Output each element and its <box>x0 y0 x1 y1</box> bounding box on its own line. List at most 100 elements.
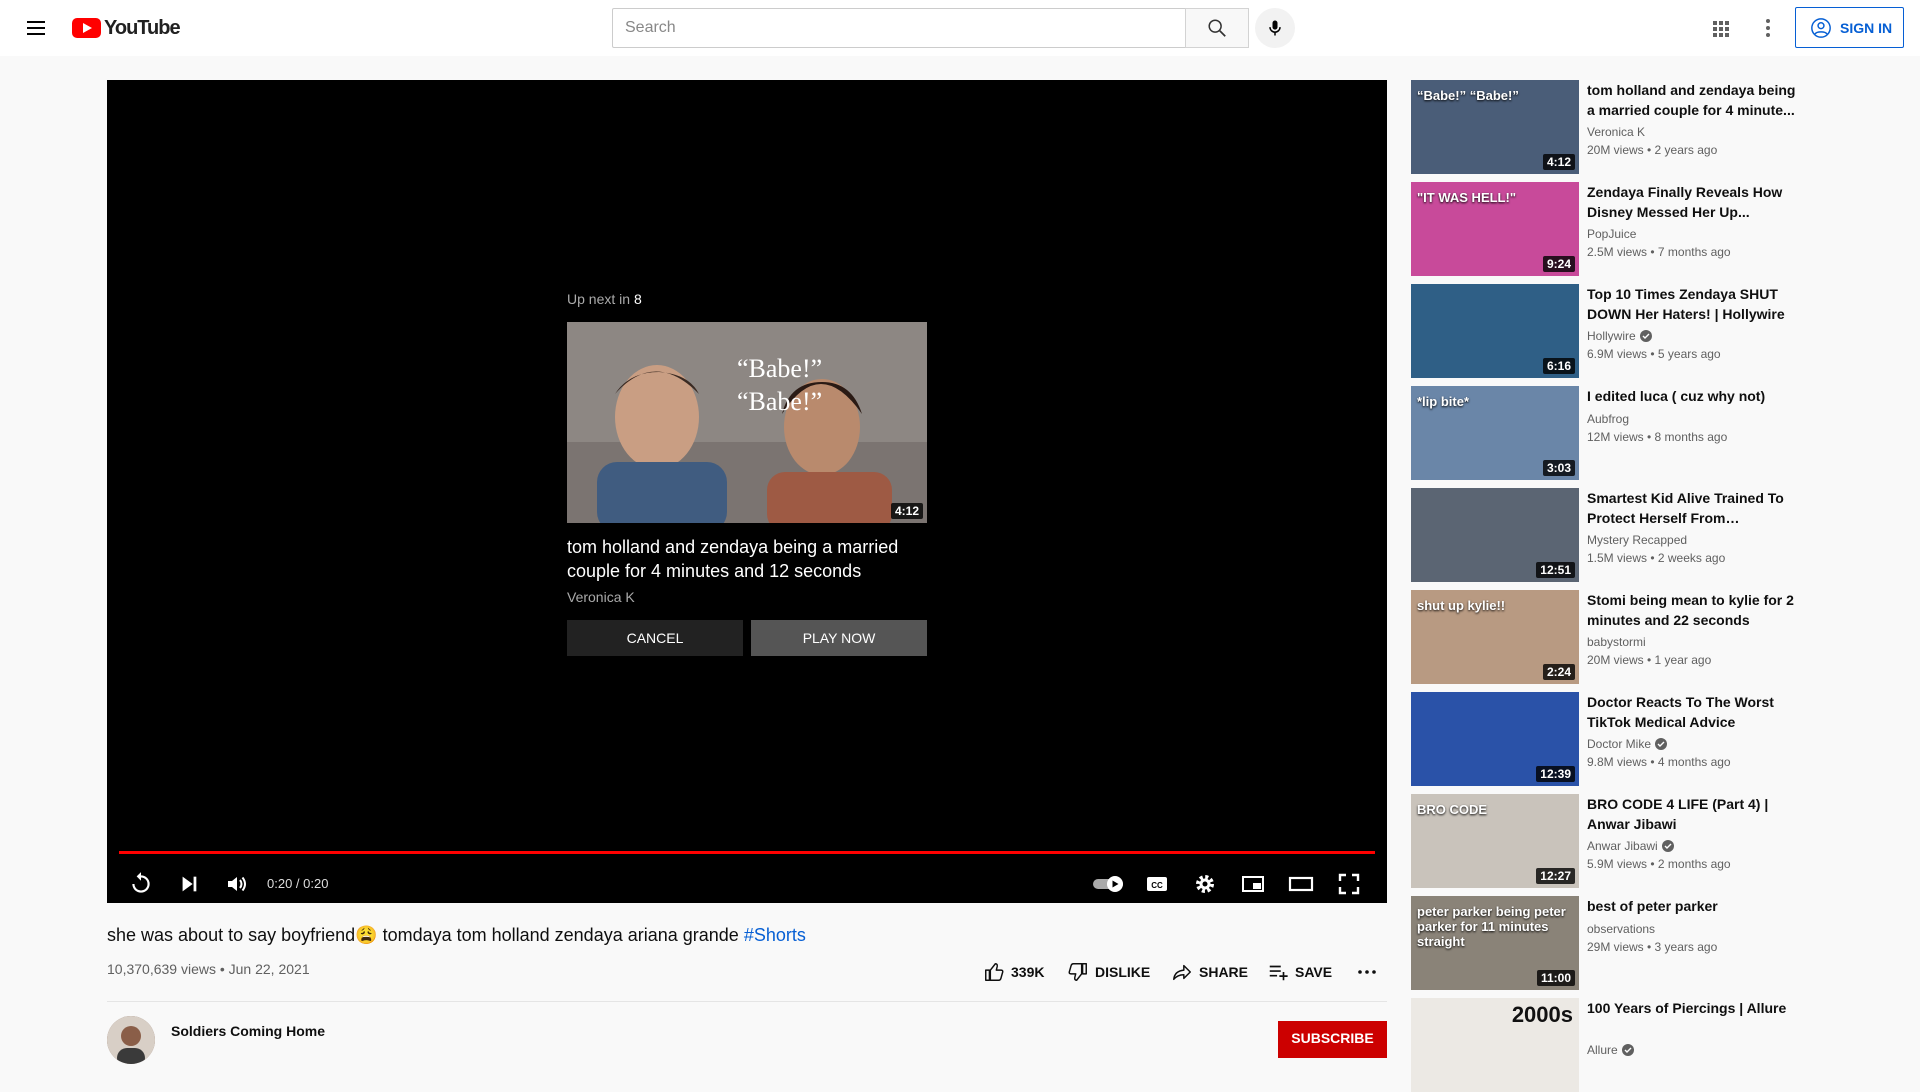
fullscreen-button[interactable] <box>1331 866 1367 902</box>
up-next-title[interactable]: tom holland and zendaya being a married … <box>567 535 927 583</box>
like-button[interactable]: 339K <box>983 957 1044 987</box>
recommendation-title[interactable]: Stomi being mean to kylie for 2 minutes … <box>1587 590 1797 630</box>
subtitles-button[interactable]: CC <box>1139 866 1175 902</box>
verified-check-icon <box>1621 1044 1634 1056</box>
recommendation-channel[interactable]: babystormi <box>1587 635 1646 649</box>
recommendation-title[interactable]: Doctor Reacts To The Worst TikTok Medica… <box>1587 692 1797 732</box>
dislike-button[interactable]: DISLIKE <box>1067 957 1150 987</box>
video-player[interactable]: Up next in 8 “Babe!” “Babe!” 4:12 tom ho… <box>107 80 1387 903</box>
recommendation-meta: 1.5M views • 2 weeks ago <box>1587 551 1726 565</box>
replay-button[interactable] <box>123 866 159 902</box>
recommendation-channel[interactable]: Hollywire <box>1587 329 1652 343</box>
youtube-logo[interactable]: YouTube <box>72 17 181 39</box>
recommendation-channel[interactable]: Doctor Mike <box>1587 737 1668 751</box>
recommendation-item[interactable]: 6:16 Top 10 Times Zendaya SHUT DOWN Her H… <box>1411 284 1841 378</box>
recommendation-item[interactable]: 12:51 Smartest Kid Alive Trained To Prote… <box>1411 488 1841 582</box>
recommendation-title[interactable]: best of peter parker <box>1587 896 1797 916</box>
hashtag-link[interactable]: #Shorts <box>744 925 806 945</box>
sign-in-label: SIGN IN <box>1840 19 1893 36</box>
verified-check-icon <box>1655 738 1668 750</box>
save-button[interactable]: SAVE <box>1267 957 1332 987</box>
mute-button[interactable] <box>219 866 255 902</box>
youtube-play-icon <box>72 18 101 38</box>
theater-mode-button[interactable] <box>1283 866 1319 902</box>
up-next-thumbnail-image: “Babe!” “Babe!” <box>567 322 927 523</box>
recommendation-thumbnail[interactable]: 6:16 <box>1411 284 1579 378</box>
channel-label: Allure <box>1587 1043 1618 1057</box>
recommendation-meta: 12M views • 8 months ago <box>1587 430 1728 444</box>
duration-badge: 4:12 <box>1542 154 1575 170</box>
duration-badge: 12:27 <box>1536 868 1575 884</box>
thumbnail-text: BRO CODE <box>1417 802 1488 817</box>
up-next-label: Up next in 8 <box>567 291 642 307</box>
recommendation-thumbnail[interactable]: "IT WAS HELL!" 9:24 <box>1411 182 1579 276</box>
sign-in-button[interactable]: SIGN IN <box>1795 7 1904 48</box>
search-input[interactable]: Search <box>612 8 1186 48</box>
up-next-thumbnail[interactable]: “Babe!” “Babe!” 4:12 <box>567 322 927 523</box>
recommendation-channel[interactable]: Veronica K <box>1587 125 1645 139</box>
recommendation-title[interactable]: 100 Years of Piercings | Allure <box>1587 998 1797 1018</box>
autoplay-toggle[interactable] <box>1091 866 1127 902</box>
recommendation-channel[interactable]: Mystery Recapped <box>1587 533 1687 547</box>
duration-badge: 3:03 <box>1542 460 1575 476</box>
apps-grid-icon[interactable] <box>1708 16 1732 40</box>
recommendation-title[interactable]: Zendaya Finally Reveals How Disney Messe… <box>1587 182 1797 222</box>
search-button[interactable] <box>1185 8 1249 48</box>
microphone-icon <box>1269 20 1281 36</box>
thumbs-up-icon <box>985 963 1004 981</box>
recommendation-meta: 5.9M views • 2 months ago <box>1587 857 1731 871</box>
channel-label: Mystery Recapped <box>1587 533 1688 547</box>
recommendation-channel[interactable]: PopJuice <box>1587 227 1636 241</box>
cancel-button[interactable]: CANCEL <box>567 620 743 656</box>
recommendation-thumbnail[interactable]: 12:39 <box>1411 692 1579 786</box>
recommendation-item[interactable]: *lip bite* 3:03 I edited luca ( cuz why no… <box>1411 386 1841 480</box>
channel-label: Doctor Mike <box>1587 737 1652 751</box>
recommendation-channel[interactable]: observations <box>1587 922 1655 936</box>
recommendation-item[interactable]: shut up kylie!! 2:24 Stomi being mean to k… <box>1411 590 1841 684</box>
hamburger-menu-icon[interactable] <box>24 16 48 40</box>
recommendation-channel[interactable]: Aubfrog <box>1587 412 1629 426</box>
theater-mode-icon <box>1288 876 1314 892</box>
recommendation-channel[interactable]: Anwar Jibawi <box>1587 839 1674 853</box>
channel-label: Hollywire <box>1587 329 1636 343</box>
recommendation-item[interactable]: 2000s 100 Years of Piercings | Allure Allu… <box>1411 998 1841 1092</box>
recommendation-item[interactable]: BRO CODE 12:27 BRO CODE 4 LIFE (Part 4) | … <box>1411 794 1841 888</box>
recommendation-item[interactable]: peter parker being peter parker for 11 m… <box>1411 896 1841 990</box>
voice-search-button[interactable] <box>1255 8 1295 48</box>
recommendation-title[interactable]: Smartest Kid Alive Trained To Protect He… <box>1587 488 1797 528</box>
recommendation-thumbnail[interactable]: peter parker being peter parker for 11 m… <box>1411 896 1579 990</box>
recommendation-thumbnail[interactable]: 2000s <box>1411 998 1579 1092</box>
verified-check-icon <box>1661 840 1674 852</box>
recommendation-thumbnail[interactable]: 12:51 <box>1411 488 1579 582</box>
thumbs-down-icon <box>1068 963 1087 981</box>
recommendation-channel[interactable]: Allure <box>1587 1043 1634 1057</box>
channel-name[interactable]: Soldiers Coming Home <box>171 1023 325 1039</box>
recommendation-title[interactable]: BRO CODE 4 LIFE (Part 4) | Anwar Jibawi <box>1587 794 1797 834</box>
recommendation-thumbnail[interactable]: *lip bite* 3:03 <box>1411 386 1579 480</box>
play-now-button[interactable]: PLAY NOW <box>751 620 927 656</box>
recommendation-title[interactable]: I edited luca ( cuz why not) <box>1587 386 1797 406</box>
channel-avatar[interactable] <box>107 1016 155 1064</box>
thumbnail-text: shut up kylie!! <box>1417 598 1506 613</box>
settings-button[interactable] <box>1187 866 1223 902</box>
progress-bar[interactable] <box>119 851 1375 854</box>
recommendation-title[interactable]: Top 10 Times Zendaya SHUT DOWN Her Hater… <box>1587 284 1797 324</box>
channel-label: Aubfrog <box>1587 412 1630 426</box>
recommendation-thumbnail[interactable]: “Babe!” “Babe!” 4:12 <box>1411 80 1579 174</box>
miniplayer-button[interactable] <box>1235 866 1271 902</box>
duration-badge: 9:24 <box>1542 256 1575 272</box>
more-actions-button[interactable] <box>1355 957 1379 987</box>
recommendation-title[interactable]: tom holland and zendaya being a married … <box>1587 80 1797 120</box>
recommendation-item[interactable]: “Babe!” “Babe!” 4:12 tom holland and zenda… <box>1411 80 1841 174</box>
masthead: YouTube Search SIGN IN <box>0 0 1920 56</box>
view-count-date: 10,370,639 views • Jun 22, 2021 <box>107 961 310 977</box>
share-button[interactable]: SHARE <box>1171 957 1248 987</box>
recommendation-thumbnail[interactable]: shut up kylie!! 2:24 <box>1411 590 1579 684</box>
recommendation-item[interactable]: "IT WAS HELL!" 9:24 Zendaya Finally Reveal… <box>1411 182 1841 276</box>
next-button[interactable] <box>171 866 207 902</box>
settings-more-icon[interactable] <box>1756 16 1780 40</box>
recommendation-thumbnail[interactable]: BRO CODE 12:27 <box>1411 794 1579 888</box>
recommendation-item[interactable]: 12:39 Doctor Reacts To The Worst TikTok M… <box>1411 692 1841 786</box>
thumbnail-text: *lip bite* <box>1417 394 1470 409</box>
fullscreen-icon <box>1338 873 1360 895</box>
